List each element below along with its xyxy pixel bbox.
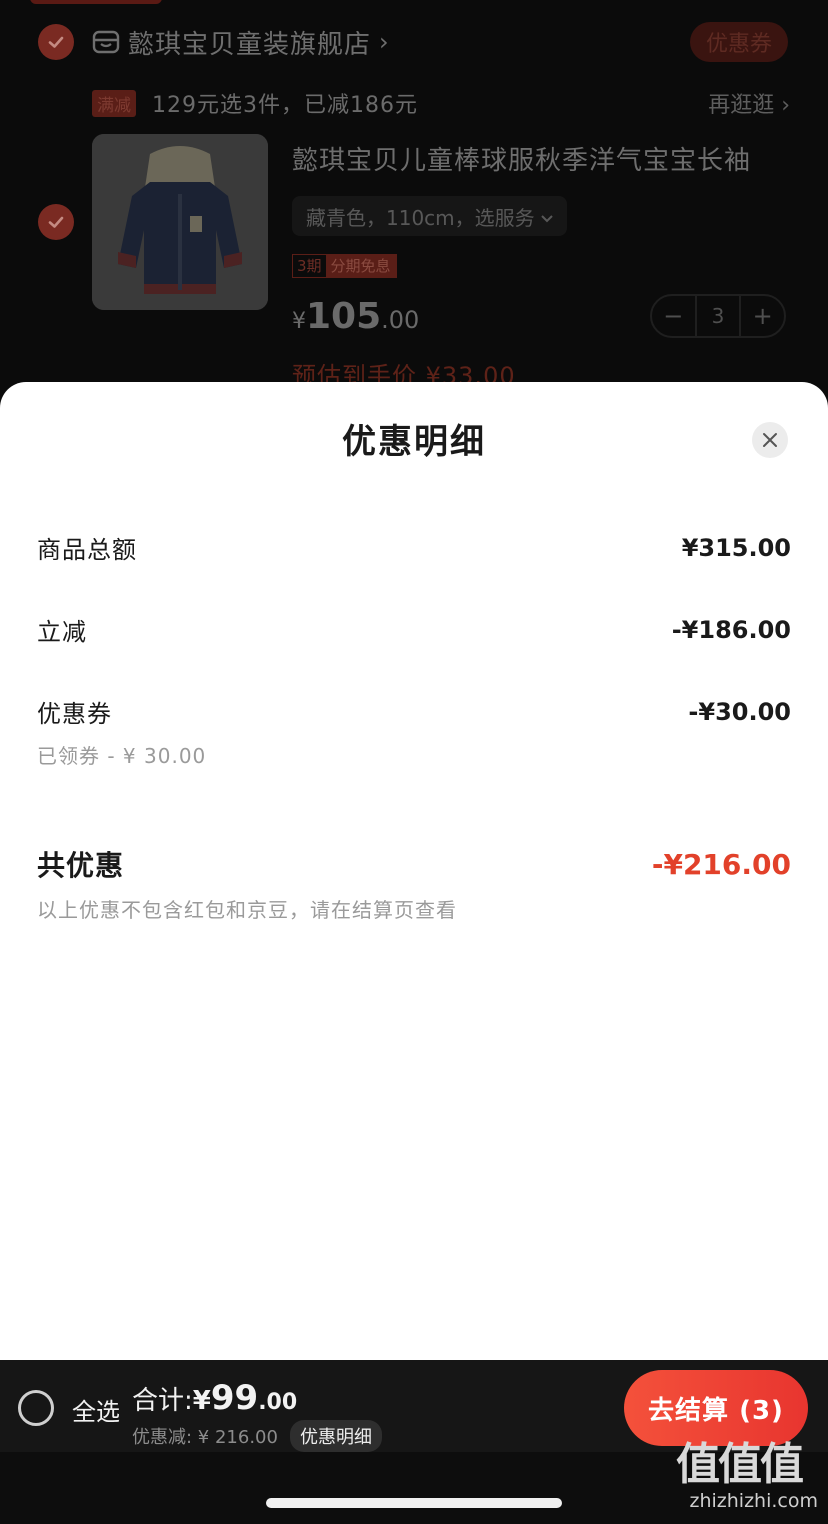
line-label: 商品总额: [37, 536, 137, 564]
checkmark-icon: [48, 36, 64, 48]
select-all-radio[interactable]: [18, 1390, 54, 1426]
decrease-button[interactable]: −: [652, 302, 695, 330]
product-checkbox[interactable]: [38, 204, 74, 240]
baseball-jacket-image: [92, 134, 268, 310]
shop-header[interactable]: 懿琪宝贝童装旗舰店 ›: [92, 22, 389, 62]
watermark-url: zhizhizhi.com: [689, 1490, 818, 1512]
coupon-button[interactable]: 优惠券: [690, 22, 788, 62]
browse-more-link[interactable]: 再逛逛 ›: [708, 87, 790, 119]
quantity-value[interactable]: 3: [694, 296, 742, 336]
total-discount-label: 共优惠: [37, 849, 125, 882]
price-integer: 105: [306, 296, 382, 337]
line-amount: ¥315.00: [681, 533, 791, 562]
close-button[interactable]: [752, 422, 788, 458]
discount-detail-button[interactable]: 优惠明细: [289, 1420, 382, 1452]
sheet-title: 优惠明细: [342, 422, 486, 462]
product-price: ¥ 105 .00: [292, 296, 419, 337]
shop-checkbox[interactable]: [38, 24, 74, 60]
sku-text: 藏青色，110cm，选服务: [306, 205, 535, 230]
line-item-coupon: 优惠券 -¥30.00: [37, 694, 791, 729]
total-integer: 99: [210, 1378, 259, 1418]
installment-badge: 3期 分期免息: [292, 254, 397, 278]
total-discount-row: 共优惠 -¥216.00: [37, 844, 791, 884]
total-discount-amount: -¥216.00: [651, 847, 791, 881]
line-label: 优惠券: [37, 700, 112, 728]
promo-tag: 满减: [92, 89, 136, 117]
coupon-note: 已领券 - ¥ 30.00: [37, 744, 207, 768]
select-all-label[interactable]: 全选: [72, 1392, 120, 1427]
total-decimal: .00: [258, 1390, 298, 1415]
price-currency: ¥: [292, 309, 306, 334]
watermark-text: 值值值: [676, 1439, 804, 1490]
chevron-right-icon: ›: [379, 28, 389, 56]
home-indicator[interactable]: [266, 1498, 562, 1508]
discount-summary: 优惠减: ¥ 216.00 优惠明细: [132, 1420, 382, 1452]
promo-text: 129元选3件，已减186元: [152, 93, 418, 118]
shop-name: 懿琪宝贝童装旗舰店: [128, 29, 372, 60]
line-amount: -¥186.00: [671, 615, 791, 644]
product-title[interactable]: 懿琪宝贝儿童棒球服秋季洋气宝宝长袖: [292, 140, 751, 177]
line-item-instant-discount: 立减 -¥186.00: [37, 612, 791, 647]
total-currency: ¥: [192, 1386, 211, 1416]
price-decimal: .00: [381, 306, 420, 334]
quantity-stepper: − 3 +: [650, 294, 786, 338]
sku-selector[interactable]: 藏青色，110cm，选服务: [292, 196, 567, 236]
total-label: 合计:: [132, 1386, 193, 1416]
increase-button[interactable]: +: [741, 302, 784, 330]
total-price: 合计: ¥ 99 .00: [132, 1378, 297, 1418]
discount-detail-sheet: 优惠明细 商品总额 ¥315.00 立减 -¥186.00 优惠券 -¥30.0…: [0, 382, 828, 1360]
installment-periods: 3期: [297, 257, 322, 275]
cart-page: 懿琪宝贝童装旗舰店 › 优惠券 满减 129元选3件，已减186元 再逛逛 ›: [0, 0, 828, 1524]
cart-background: 懿琪宝贝童装旗舰店 › 优惠券 满减 129元选3件，已减186元 再逛逛 ›: [0, 0, 828, 400]
store-icon: [92, 29, 120, 55]
checkmark-icon: [48, 216, 64, 228]
checkout-button[interactable]: 去结算 (3): [624, 1370, 808, 1446]
partial-header-element: [30, 0, 162, 4]
line-label: 立减: [37, 618, 87, 646]
discount-text: 优惠减: ¥ 216.00: [132, 1427, 278, 1448]
installment-text: 分期免息: [325, 255, 396, 277]
close-icon: [763, 433, 777, 447]
total-discount-note: 以上优惠不包含红包和京豆，请在结算页查看: [37, 898, 457, 922]
line-amount: -¥30.00: [688, 697, 791, 726]
promo-row: 满减 129元选3件，已减186元 再逛逛 ›: [92, 86, 790, 120]
chevron-down-icon: [540, 204, 553, 228]
product-image[interactable]: [92, 134, 268, 310]
watermark-logo: 值值值 zhizhizhi.com: [676, 1439, 824, 1513]
line-item-goods-total: 商品总额 ¥315.00: [37, 530, 791, 565]
